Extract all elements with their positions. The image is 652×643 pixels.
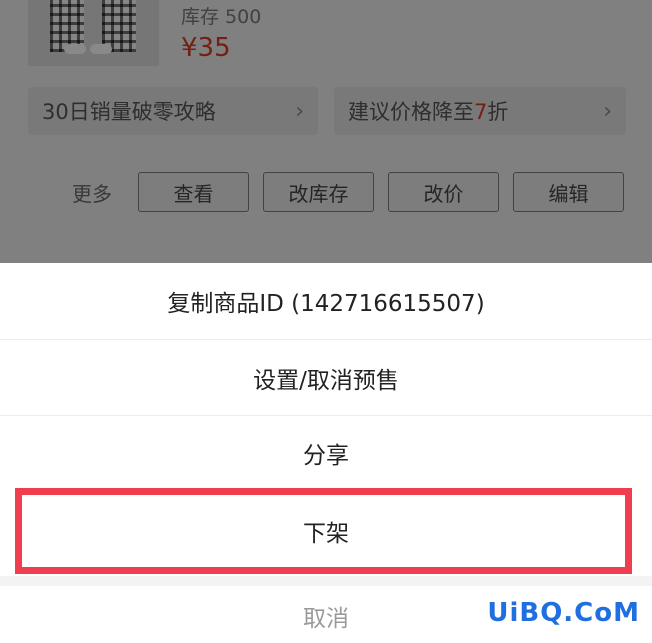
share-item[interactable]: 分享 xyxy=(0,416,652,490)
copy-product-id-item[interactable]: 复制商品ID (142716615507) xyxy=(0,263,652,339)
highlight-box xyxy=(15,488,632,574)
sheet-gap xyxy=(0,576,652,586)
presale-toggle-item[interactable]: 设置/取消预售 xyxy=(0,340,652,415)
dim-overlay[interactable] xyxy=(0,0,652,263)
watermark-logo: UiBQ.CoM xyxy=(487,598,640,628)
